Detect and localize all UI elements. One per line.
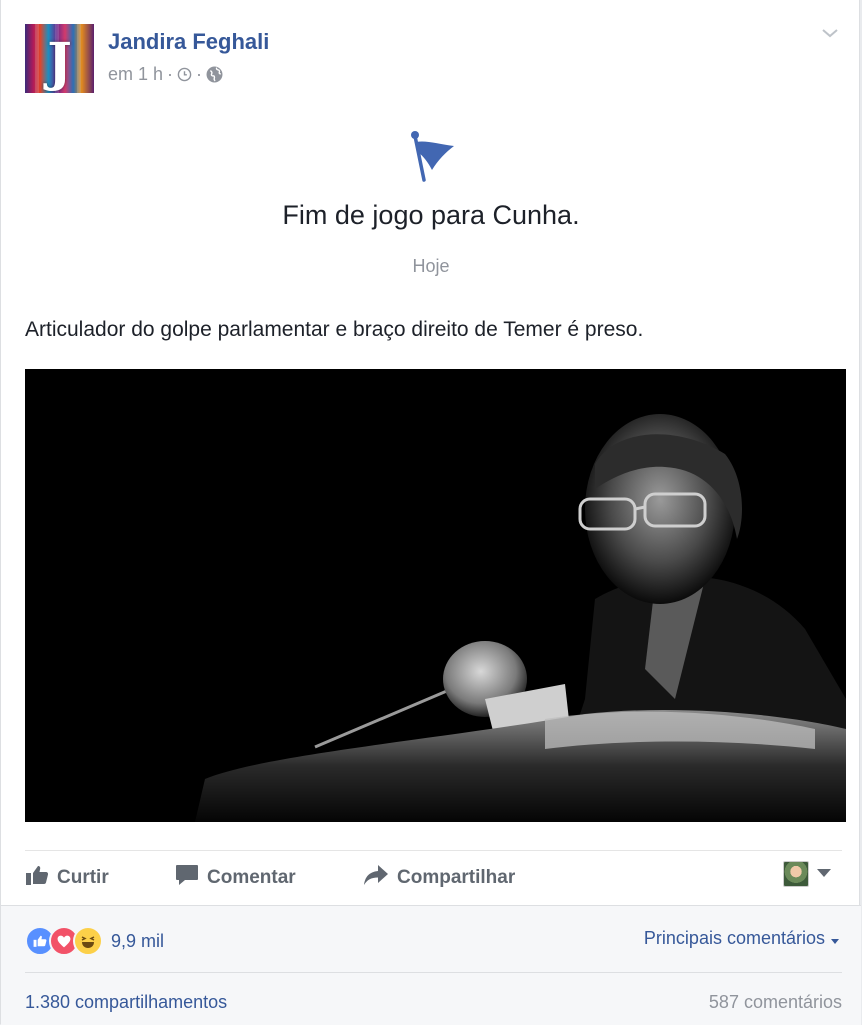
like-label: Curtir bbox=[57, 867, 109, 888]
comment-label: Comentar bbox=[207, 867, 296, 888]
post-time[interactable]: em 1 h bbox=[108, 64, 163, 85]
author-avatar[interactable]: J bbox=[25, 24, 94, 93]
comments-count[interactable]: 587 comentários bbox=[709, 992, 842, 1013]
haha-reaction-icon bbox=[73, 926, 103, 956]
share-arrow-icon bbox=[363, 864, 389, 892]
post-as-selector[interactable] bbox=[783, 861, 831, 887]
caret-down-icon bbox=[831, 928, 839, 949]
thumbs-up-icon bbox=[25, 864, 49, 892]
like-button[interactable]: Curtir bbox=[25, 864, 109, 892]
top-comments-label: Principais comentários bbox=[643, 928, 825, 948]
shares-count[interactable]: 1.380 compartilhamentos bbox=[25, 992, 227, 1013]
post-card: J Jandira Feghali em 1 h · · Fim de jogo… bbox=[0, 0, 861, 1025]
reaction-count: 9,9 mil bbox=[111, 930, 165, 951]
post-text: Articulador do golpe parlamentar e braço… bbox=[25, 318, 644, 341]
share-button[interactable]: Compartilhar bbox=[363, 864, 515, 892]
actions-divider bbox=[25, 850, 842, 851]
post-footer: 9,9 mil Principais comentários 1.380 com… bbox=[1, 905, 861, 1025]
clock-icon bbox=[177, 67, 192, 82]
user-avatar bbox=[783, 861, 809, 887]
author-name[interactable]: Jandira Feghali bbox=[108, 29, 269, 55]
event-date: Hoje bbox=[412, 256, 450, 276]
caret-down-icon bbox=[817, 865, 831, 883]
meta-separator: · bbox=[167, 64, 174, 84]
event-title: Fim de jogo para Cunha. bbox=[282, 200, 580, 230]
globe-icon[interactable] bbox=[206, 66, 223, 83]
comment-button[interactable]: Comentar bbox=[175, 864, 296, 892]
flag-icon bbox=[406, 128, 462, 191]
share-label: Compartilhar bbox=[397, 867, 516, 888]
avatar-letter: J bbox=[47, 32, 72, 93]
comment-icon bbox=[175, 864, 199, 892]
top-comments-dropdown[interactable]: Principais comentários bbox=[644, 928, 839, 949]
post-photo[interactable] bbox=[25, 369, 846, 822]
post-meta: em 1 h · · bbox=[108, 64, 223, 85]
reactions-summary[interactable]: 9,9 mil bbox=[25, 926, 164, 956]
footer-divider bbox=[25, 972, 842, 973]
chevron-down-icon[interactable] bbox=[821, 26, 839, 44]
meta-separator: · bbox=[196, 64, 203, 84]
